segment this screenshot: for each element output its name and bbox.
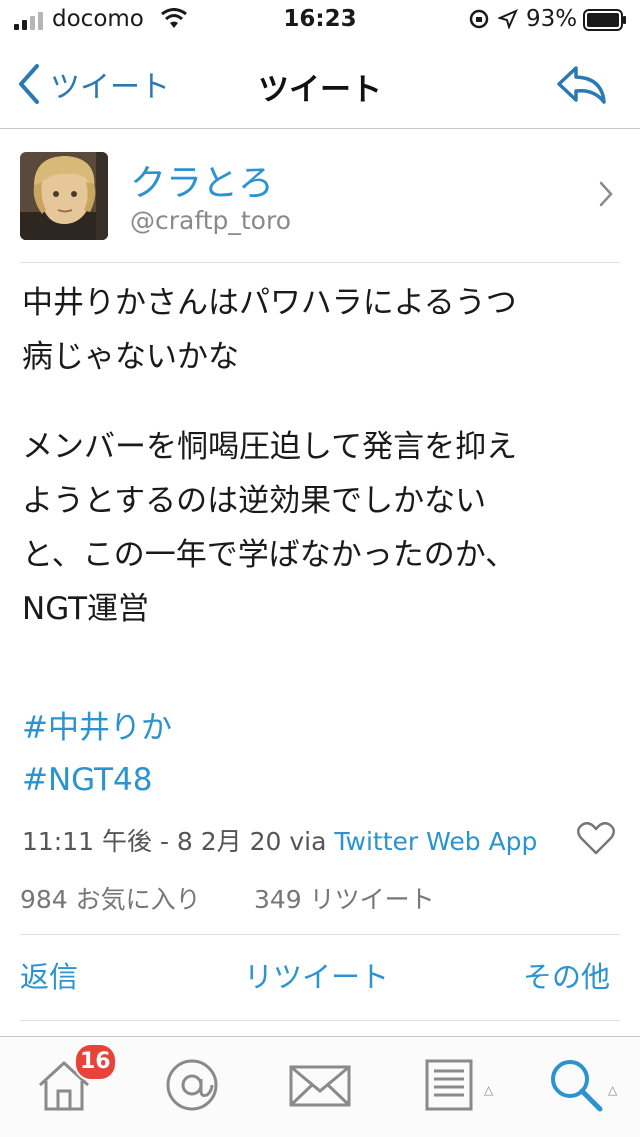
- page-title: ツイート: [258, 72, 382, 108]
- client-link[interactable]: Twitter Web App: [334, 827, 537, 856]
- lists-icon[interactable]: [424, 1057, 474, 1113]
- navigation-bar: ツイート ツイート: [0, 42, 640, 129]
- reply-icon[interactable]: [556, 64, 608, 106]
- notification-badge: 16: [74, 1043, 117, 1081]
- tweet-paragraph: 中井りかさんはパワハラによるうつ 病じゃないかな: [22, 285, 517, 375]
- tweet-actions: 返信 リツイート その他: [20, 950, 620, 1021]
- mentions-icon[interactable]: [162, 1057, 222, 1113]
- hashtag-link[interactable]: #中井りか: [22, 702, 172, 747]
- retweets-count[interactable]: 349 リツイート: [254, 880, 435, 916]
- triangle-icon: △: [484, 1083, 494, 1097]
- battery-icon: [583, 9, 626, 31]
- tweet-meta: 11:11 午後 - 8 2月 20 via Twitter Web App: [22, 822, 537, 858]
- hashtag-link[interactable]: #NGT48: [22, 762, 152, 798]
- tweet-stats: 984 お気に入り 349 リツイート: [20, 878, 620, 935]
- tweet-body: 中井りかさんはパワハラによるうつ 病じゃないかな メンバーを恫喝圧迫して発言を抑…: [22, 276, 622, 636]
- messages-icon[interactable]: [288, 1057, 352, 1113]
- avatar[interactable]: [20, 152, 108, 240]
- battery-percent: 93%: [526, 6, 578, 32]
- display-name: クラとろ: [130, 163, 275, 204]
- status-bar: docomo 16:23 93%: [0, 0, 640, 42]
- tab-bar: 16 △ △: [0, 1036, 640, 1137]
- triangle-icon: △: [608, 1083, 618, 1097]
- favorites-count[interactable]: 984 お気に入り: [20, 880, 201, 916]
- orientation-lock-icon: [469, 9, 489, 29]
- chevron-right-icon: [599, 181, 613, 207]
- user-handle: @craftp_toro: [130, 206, 291, 235]
- heart-icon[interactable]: [576, 820, 616, 856]
- user-header[interactable]: クラとろ @craftp_toro: [20, 152, 620, 263]
- tweet-paragraph: メンバーを恫喝圧迫して発言を抑え ようとするのは逆効果でしかない と、この一年で…: [22, 429, 518, 627]
- tweet-timestamp: 11:11 午後 - 8 2月 20 via: [22, 827, 335, 856]
- retweet-button[interactable]: リツイート: [244, 954, 389, 996]
- reply-button[interactable]: 返信: [20, 954, 78, 996]
- search-icon[interactable]: [548, 1057, 604, 1113]
- more-button[interactable]: その他: [523, 954, 610, 996]
- location-icon: [498, 9, 518, 29]
